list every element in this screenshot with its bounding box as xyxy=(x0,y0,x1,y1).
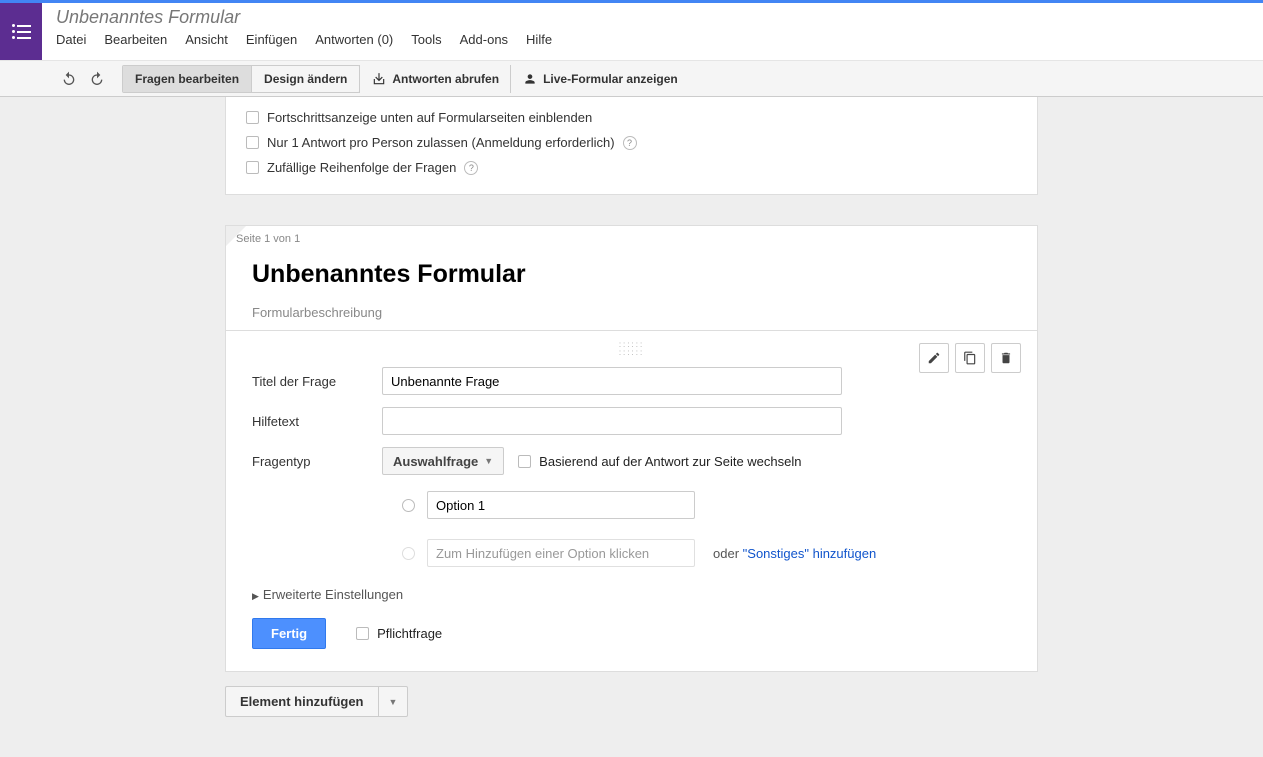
checkbox-one-response[interactable] xyxy=(246,136,259,149)
view-live-button[interactable]: Live-Formular anzeigen xyxy=(510,65,690,93)
help-text-input[interactable] xyxy=(382,407,842,435)
document-title[interactable]: Unbenanntes Formular xyxy=(56,7,1249,28)
question-card: :::::::::::: Titel der Frage xyxy=(226,330,1037,671)
pencil-icon xyxy=(927,351,941,365)
undo-icon xyxy=(61,71,77,87)
add-element-button[interactable]: Element hinzufügen ▼ xyxy=(225,686,408,717)
tab-change-design[interactable]: Design ändern xyxy=(252,66,359,92)
undo-button[interactable] xyxy=(58,68,80,90)
menu-addons[interactable]: Add-ons xyxy=(460,30,508,49)
checkbox-progress[interactable] xyxy=(246,111,259,124)
add-element-label: Element hinzufügen xyxy=(226,687,379,716)
question-type-label: Fragentyp xyxy=(252,454,382,469)
option-shuffle-label: Zufällige Reihenfolge der Fragen xyxy=(267,160,456,175)
checkbox-required[interactable] xyxy=(356,627,369,640)
delete-button[interactable] xyxy=(991,343,1021,373)
checkbox-shuffle[interactable] xyxy=(246,161,259,174)
view-live-label: Live-Formular anzeigen xyxy=(543,72,678,86)
option-1-input[interactable] xyxy=(427,491,695,519)
help-icon[interactable]: ? xyxy=(464,161,478,175)
page-indicator: Seite 1 von 1 xyxy=(226,226,306,254)
option-one-response-label: Nur 1 Antwort pro Person zulassen (Anmel… xyxy=(267,135,615,150)
menu-help[interactable]: Hilfe xyxy=(526,30,552,49)
person-icon xyxy=(523,72,537,86)
triangle-right-icon: ▶ xyxy=(252,591,259,602)
drag-handle[interactable]: :::::::::::: xyxy=(252,341,1011,361)
question-type-dropdown[interactable]: Auswahlfrage ▼ xyxy=(382,447,504,475)
done-button[interactable]: Fertig xyxy=(252,618,326,649)
redo-icon xyxy=(89,71,105,87)
redo-button[interactable] xyxy=(86,68,108,90)
radio-indicator xyxy=(402,499,415,512)
add-element-dropdown[interactable]: ▼ xyxy=(379,687,408,716)
goto-label: Basierend auf der Antwort zur Seite wech… xyxy=(539,454,801,469)
required-label: Pflichtfrage xyxy=(377,626,442,641)
form-options-panel: Fortschrittsanzeige unten auf Formularse… xyxy=(225,97,1038,195)
fetch-responses-button[interactable]: Antworten abrufen xyxy=(359,65,511,93)
menu-file[interactable]: Datei xyxy=(56,30,86,49)
form-description[interactable]: Formularbeschreibung xyxy=(252,305,1011,320)
menu-view[interactable]: Ansicht xyxy=(185,30,228,49)
advanced-settings-toggle[interactable]: ▶Erweiterte Einstellungen xyxy=(252,577,1011,618)
menu-responses[interactable]: Antworten (0) xyxy=(315,30,393,49)
app-menu-button[interactable] xyxy=(0,3,42,60)
option-progress-label: Fortschrittsanzeige unten auf Formularse… xyxy=(267,110,592,125)
edit-button[interactable] xyxy=(919,343,949,373)
checkbox-goto[interactable] xyxy=(518,455,531,468)
fetch-responses-label: Antworten abrufen xyxy=(392,72,499,86)
help-icon[interactable]: ? xyxy=(623,136,637,150)
duplicate-button[interactable] xyxy=(955,343,985,373)
menu-tools[interactable]: Tools xyxy=(411,30,441,49)
chevron-down-icon: ▼ xyxy=(484,456,493,466)
question-type-value: Auswahlfrage xyxy=(393,454,478,469)
question-title-input[interactable] xyxy=(382,367,842,395)
menu-edit[interactable]: Bearbeiten xyxy=(104,30,167,49)
help-text-label: Hilfetext xyxy=(252,414,382,429)
add-other-link[interactable]: "Sonstiges" hinzufügen xyxy=(743,546,877,561)
radio-indicator xyxy=(402,547,415,560)
form-title[interactable]: Unbenanntes Formular xyxy=(252,260,1011,289)
question-title-label: Titel der Frage xyxy=(252,374,382,389)
menu-insert[interactable]: Einfügen xyxy=(246,30,297,49)
copy-icon xyxy=(963,351,977,365)
list-icon xyxy=(12,24,31,39)
menubar: Datei Bearbeiten Ansicht Einfügen Antwor… xyxy=(56,30,1249,49)
or-text: oder "Sonstiges" hinzufügen xyxy=(713,546,876,561)
export-icon xyxy=(372,72,386,86)
add-option-input[interactable]: Zum Hinzufügen einer Option klicken xyxy=(427,539,695,567)
trash-icon xyxy=(999,351,1013,365)
tab-edit-questions[interactable]: Fragen bearbeiten xyxy=(123,66,252,92)
